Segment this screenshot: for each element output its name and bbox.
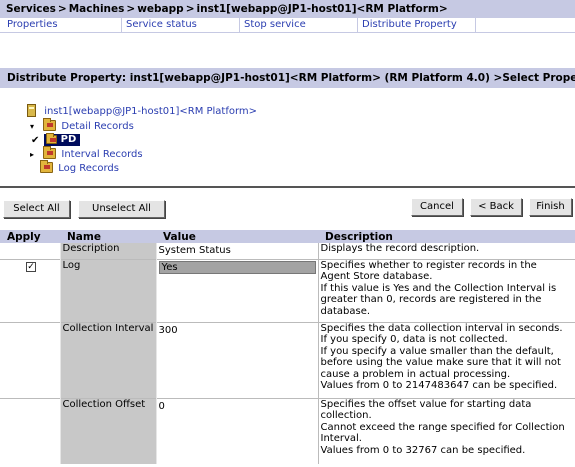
property-description: Specifies the offset value for starting … (317, 397, 575, 464)
property-description: Specifies whether to register records in… (317, 258, 575, 322)
description-line: cause a problem in actual processing. (320, 368, 511, 380)
description-line: If you specify 0, data is not collected. (320, 334, 508, 346)
agent-icon (27, 104, 36, 117)
check-mark-icon: ✔ (31, 135, 40, 146)
description-line: Specifies whether to register records in… (320, 259, 537, 271)
table-row: ✓ Log Yes Specifies whether to register … (0, 258, 575, 322)
page-title: Distribute Property: inst1[webapp@JP1-ho… (0, 68, 575, 88)
description-line: collection. (320, 410, 372, 422)
description-line: greater than 0, records are registered i… (320, 294, 542, 306)
breadcrumb-separator: > (57, 3, 67, 15)
service-menu: Properties Service status Stop service D… (0, 18, 575, 32)
menu-service-status-link[interactable]: Service status (126, 19, 197, 30)
description-line: before using the value make sure that it… (320, 357, 561, 369)
tree-node-root[interactable]: inst1[webapp@JP1-host01]<RM Platform> (27, 104, 257, 117)
property-value: System Status (158, 245, 231, 256)
column-header-apply: Apply (0, 230, 60, 243)
expand-toggle-icon[interactable]: ▸ (27, 150, 37, 159)
tree-node-log-records[interactable]: Log Records (40, 160, 119, 174)
tree-detail-records-label[interactable]: Detail Records (61, 121, 133, 132)
unselect-all-button[interactable]: Unselect All (78, 200, 165, 218)
description-line: Values from 0 to 2147483647 can be speci… (320, 380, 558, 392)
record-icon (46, 132, 58, 144)
tree-node-pd[interactable]: ✔ PD (31, 132, 81, 146)
table-row: Description System Status Displays the r… (0, 243, 575, 259)
column-header-value: Value (156, 230, 318, 243)
property-value: 0 (156, 397, 318, 464)
description-line: Displays the record description. (320, 243, 480, 254)
apply-cell: ✓ (0, 258, 60, 322)
back-button[interactable]: < Back (470, 198, 522, 216)
record-folder-icon (43, 146, 57, 159)
section-divider (0, 186, 575, 188)
property-description: Specifies the data collection interval i… (317, 321, 575, 398)
description-line: Specifies the offset value for starting … (320, 398, 532, 410)
column-header-description: Description (318, 230, 575, 243)
table-header-row: Apply Name Value Description (0, 230, 575, 243)
apply-cell (0, 243, 60, 259)
menu-divider (239, 18, 240, 32)
record-folder-icon (43, 118, 57, 131)
description-line: If you specify a value smaller than the … (320, 345, 554, 357)
table-row: Collection Offset 0 Specifies the offset… (0, 397, 575, 464)
tree-selected-node[interactable]: PD (44, 132, 81, 146)
menu-distribute-property-link[interactable]: Distribute Property (362, 19, 457, 30)
finish-button[interactable]: Finish (529, 198, 572, 216)
property-table: Apply Name Value Description Description… (0, 230, 575, 464)
apply-cell (0, 397, 60, 464)
description-line: Values from 0 to 32767 can be specified. (320, 444, 526, 456)
tree-root-label[interactable]: inst1[webapp@JP1-host01]<RM Platform> (44, 106, 257, 117)
menu-divider (121, 18, 122, 32)
description-line: If this value is Yes and the Collection … (320, 282, 557, 294)
breadcrumb-separator: > (185, 3, 195, 15)
tree-interval-records-label[interactable]: Interval Records (61, 149, 142, 160)
record-folder-icon (40, 160, 53, 173)
breadcrumb-separator: > (126, 3, 136, 15)
menu-properties-link[interactable]: Properties (7, 19, 58, 30)
menu-stop-service-link[interactable]: Stop service (244, 19, 306, 30)
description-line: Specifies the data collection interval i… (320, 322, 563, 334)
record-tree: inst1[webapp@JP1-host01]<RM Platform> ▾ … (0, 98, 575, 178)
apply-cell (0, 321, 60, 398)
log-value-select[interactable]: Yes (158, 260, 316, 274)
tree-node-interval-records[interactable]: ▸ Interval Records (27, 146, 143, 160)
cancel-button[interactable]: Cancel (411, 198, 463, 216)
property-name: Collection Offset (59, 397, 157, 464)
description-line: database. (320, 305, 371, 317)
breadcrumb-instance: inst1[webapp@JP1-host01]<RM Platform> (196, 3, 448, 15)
breadcrumb-machines[interactable]: Machines (69, 3, 125, 15)
breadcrumb-webapp[interactable]: webapp (137, 3, 183, 15)
breadcrumb: Services > Machines > webapp > inst1[webapp@JP… (0, 0, 575, 18)
table-row: Collection Interval 300 Specifies the da… (0, 321, 575, 398)
description-line: Cannot exceed the range specified for Co… (320, 421, 565, 433)
collapse-toggle-icon[interactable]: ▾ (27, 122, 37, 131)
menu-divider (357, 18, 358, 32)
menu-divider (475, 18, 476, 32)
property-description: Displays the record description. (317, 243, 575, 259)
menu-rule (0, 32, 575, 33)
property-name: Log (59, 258, 157, 322)
column-header-name: Name (60, 230, 156, 243)
description-line: Agent Store database. (320, 271, 433, 283)
property-name: Collection Interval (59, 321, 157, 398)
breadcrumb-services[interactable]: Services (6, 3, 56, 15)
property-value: 300 (156, 321, 318, 398)
select-all-button[interactable]: Select All (3, 200, 70, 218)
tree-pd-label: PD (60, 134, 77, 145)
tree-log-records-label[interactable]: Log Records (58, 163, 119, 174)
log-apply-checkbox[interactable]: ✓ (26, 261, 36, 272)
property-value-cell: Yes (156, 258, 318, 322)
description-line: Interval. (320, 433, 362, 445)
property-name: Description (59, 243, 157, 259)
tree-node-detail-records[interactable]: ▾ Detail Records (27, 118, 134, 132)
